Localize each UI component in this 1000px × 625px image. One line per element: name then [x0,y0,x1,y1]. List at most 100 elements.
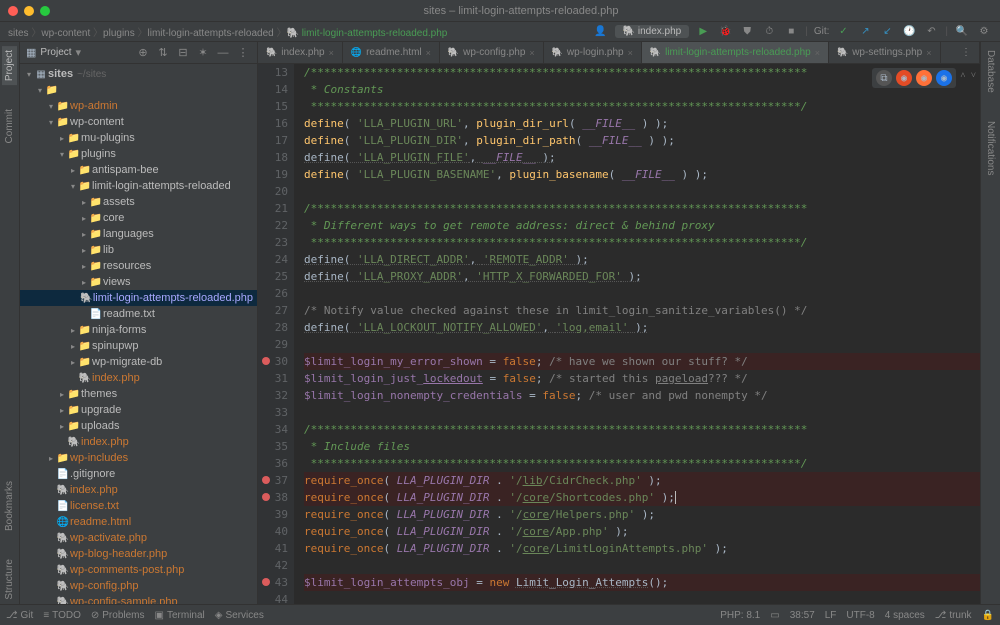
line-number[interactable]: 36 [258,455,288,472]
settings-icon[interactable]: ⚙ [976,24,992,40]
line-gutter[interactable]: 1314151617181920212223242526272829303132… [258,64,294,604]
line-number[interactable]: 31 [258,370,288,387]
line-number[interactable]: 13 [258,64,288,81]
safari-icon[interactable]: ◉ [936,70,952,86]
code-line[interactable]: require_once( LLA_PLUGIN_DIR . '/core/Sh… [304,489,980,506]
code-line[interactable]: require_once( LLA_PLUGIN_DIR . '/core/He… [304,506,980,523]
status-php[interactable]: PHP: 8.1 [720,610,760,621]
tree-item[interactable]: 📄.gitignore [20,466,257,482]
code-line[interactable]: define( 'LLA_PLUGIN_DIR', plugin_dir_pat… [304,132,980,149]
debug-button[interactable]: 🐞 [717,24,733,40]
tree-item[interactable]: ▸📁wp-migrate-db [20,354,257,370]
close-tab-icon[interactable]: × [529,48,534,58]
inspection-chevron-icon[interactable]: ˄ ˅ [960,68,976,85]
line-number[interactable]: 32 [258,387,288,404]
git-history-icon[interactable]: 🕐 [901,24,917,40]
line-number[interactable]: 40 [258,523,288,540]
code-line[interactable]: /***************************************… [304,200,980,217]
status-encoding[interactable]: UTF-8 [846,610,874,621]
maximize-window-icon[interactable] [40,6,50,16]
breadcrumb-item[interactable]: wp-content [41,28,90,39]
code-area[interactable]: /***************************************… [294,64,980,604]
line-number[interactable]: 41 [258,540,288,557]
code-line[interactable]: $limit_login_just_lockedout = false; /* … [304,370,980,387]
line-number[interactable]: 17 [258,132,288,149]
code-line[interactable]: $limit_login_attempts_obj = new Limit_Lo… [304,574,980,591]
code-editor[interactable]: 1314151617181920212223242526272829303132… [258,64,980,604]
line-number[interactable]: 18 [258,149,288,166]
line-number[interactable]: 19 [258,166,288,183]
status-line-ending[interactable]: LF [825,610,837,621]
tree-item[interactable]: 🐘wp-blog-header.php [20,546,257,562]
status-indent[interactable]: 4 spaces [885,610,925,621]
tree-item[interactable]: 🐘index.php [20,482,257,498]
tree-item[interactable]: ▸📁resources [20,258,257,274]
tree-item[interactable]: ▾📁wp-admin [20,98,257,114]
collapse-all-icon[interactable]: ⊟ [175,45,191,61]
status-terminal[interactable]: ▣ Terminal [155,610,205,621]
editor-tab[interactable]: 🐘wp-login.php× [544,42,642,63]
status-problems[interactable]: ⊘ Problems [91,610,145,621]
code-line[interactable]: /* Notify value checked against these in… [304,302,980,319]
search-everywhere-icon[interactable]: 🔍 [954,24,970,40]
line-number[interactable]: 43 [258,574,288,591]
breadcrumb-item[interactable]: 🐘 limit-login-attempts-reloaded.php [286,28,447,39]
line-number[interactable]: 26 [258,285,288,302]
line-number[interactable]: 44 [258,591,288,604]
line-number[interactable]: 34 [258,421,288,438]
line-number[interactable]: 42 [258,557,288,574]
code-line[interactable] [304,183,980,200]
line-number[interactable]: 27 [258,302,288,319]
tree-item[interactable]: ▸📁assets [20,194,257,210]
tree-item[interactable]: ▸📁ninja-forms [20,322,257,338]
tree-root[interactable]: ▾▦sites~/sites [20,66,257,82]
code-line[interactable] [304,336,980,353]
tool-tab-bookmarks[interactable]: Bookmarks [2,477,17,535]
profile-button[interactable]: ⏱ [761,24,777,40]
tree-item[interactable]: 🐘wp-config.php [20,578,257,594]
code-line[interactable]: /***************************************… [304,421,980,438]
tree-item[interactable]: ▸📁views [20,274,257,290]
code-line[interactable]: define( 'LLA_DIRECT_ADDR', 'REMOTE_ADDR'… [304,251,980,268]
status-caret-pos[interactable]: 38:57 [790,610,815,621]
editor-tab[interactable]: 🐘index.php× [258,42,343,63]
firefox-icon[interactable]: ◉ [916,70,932,86]
expand-all-icon[interactable]: ⇅ [155,45,171,61]
tree-item[interactable]: ▸📁mu-plugins [20,130,257,146]
builtin-preview-icon[interactable]: ⧉ [876,70,892,86]
line-number[interactable]: 30 [258,353,288,370]
close-tab-icon[interactable]: × [329,48,334,58]
breadcrumb-item[interactable]: sites [8,28,29,39]
code-line[interactable]: $limit_login_nonempty_credentials = fals… [304,387,980,404]
tree-item[interactable]: ▾📁 [20,82,257,98]
code-line[interactable]: require_once( LLA_PLUGIN_DIR . '/core/Ap… [304,523,980,540]
users-icon[interactable]: 👤 [593,24,609,40]
tree-item[interactable]: 🐘wp-activate.php [20,530,257,546]
tabs-menu-icon[interactable]: ⋮ [953,42,980,63]
minimize-window-icon[interactable] [24,6,34,16]
line-number[interactable]: 35 [258,438,288,455]
status-services[interactable]: ◈ Services [215,610,264,621]
hide-sidebar-icon[interactable]: — [215,45,231,61]
line-number[interactable]: 24 [258,251,288,268]
run-button[interactable]: ▶ [695,24,711,40]
line-number[interactable]: 37 [258,472,288,489]
tree-item[interactable]: 🐘index.php [20,434,257,450]
status-todo[interactable]: ≡ TODO [43,610,81,621]
editor-tab[interactable]: 🐘limit-login-attempts-reloaded.php× [642,42,829,63]
chrome-icon[interactable]: ◉ [896,70,912,86]
line-number[interactable]: 39 [258,506,288,523]
tree-item[interactable]: ▸📁antispam-bee [20,162,257,178]
breadcrumb-item[interactable]: plugins [103,28,135,39]
tree-item[interactable]: 🐘wp-config-sample.php [20,594,257,604]
code-line[interactable] [304,404,980,421]
code-line[interactable]: ****************************************… [304,234,980,251]
tree-item[interactable]: ▸📁themes [20,386,257,402]
line-number[interactable]: 38 [258,489,288,506]
close-tab-icon[interactable]: × [426,48,431,58]
code-line[interactable]: ****************************************… [304,98,980,115]
code-line[interactable] [304,557,980,574]
tree-item[interactable]: ▸📁wp-includes [20,450,257,466]
status-git[interactable]: ⎇ Git [6,610,33,621]
select-opened-icon[interactable]: ⊕ [135,45,151,61]
